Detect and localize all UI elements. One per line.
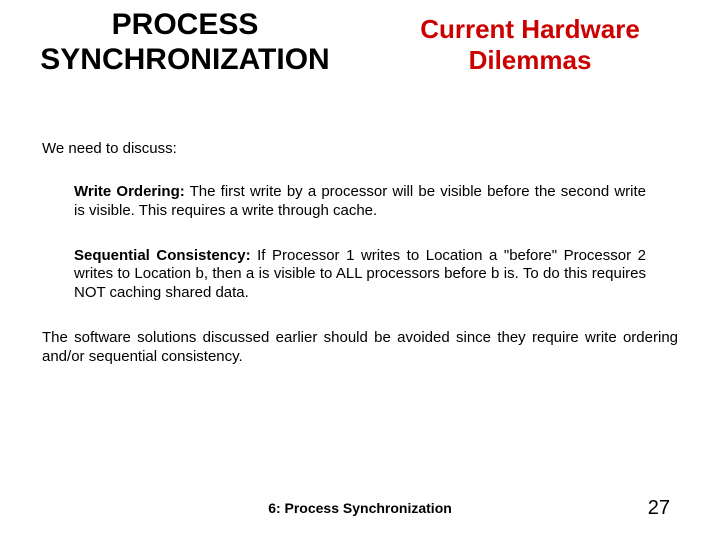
chapter-title: PROCESS SYNCHRONIZATION — [20, 8, 350, 77]
topic-label: Write Ordering: — [74, 183, 185, 200]
slide-body: We need to discuss: Write Ordering: The … — [42, 140, 678, 366]
lead-text: We need to discuss: — [42, 140, 678, 157]
topic-item: Write Ordering: The first write by a pro… — [74, 183, 646, 221]
topic-item: Sequential Consistency: If Processor 1 w… — [74, 247, 646, 303]
slide: PROCESS SYNCHRONIZATION Current Hardware… — [0, 0, 720, 540]
footer-label: 6: Process Synchronization — [0, 500, 720, 516]
topic-label: Sequential Consistency: — [74, 247, 251, 264]
conclusion-text: The software solutions discussed earlier… — [42, 329, 678, 367]
page-number: 27 — [648, 497, 670, 520]
slide-title: Current Hardware Dilemmas — [370, 14, 690, 76]
